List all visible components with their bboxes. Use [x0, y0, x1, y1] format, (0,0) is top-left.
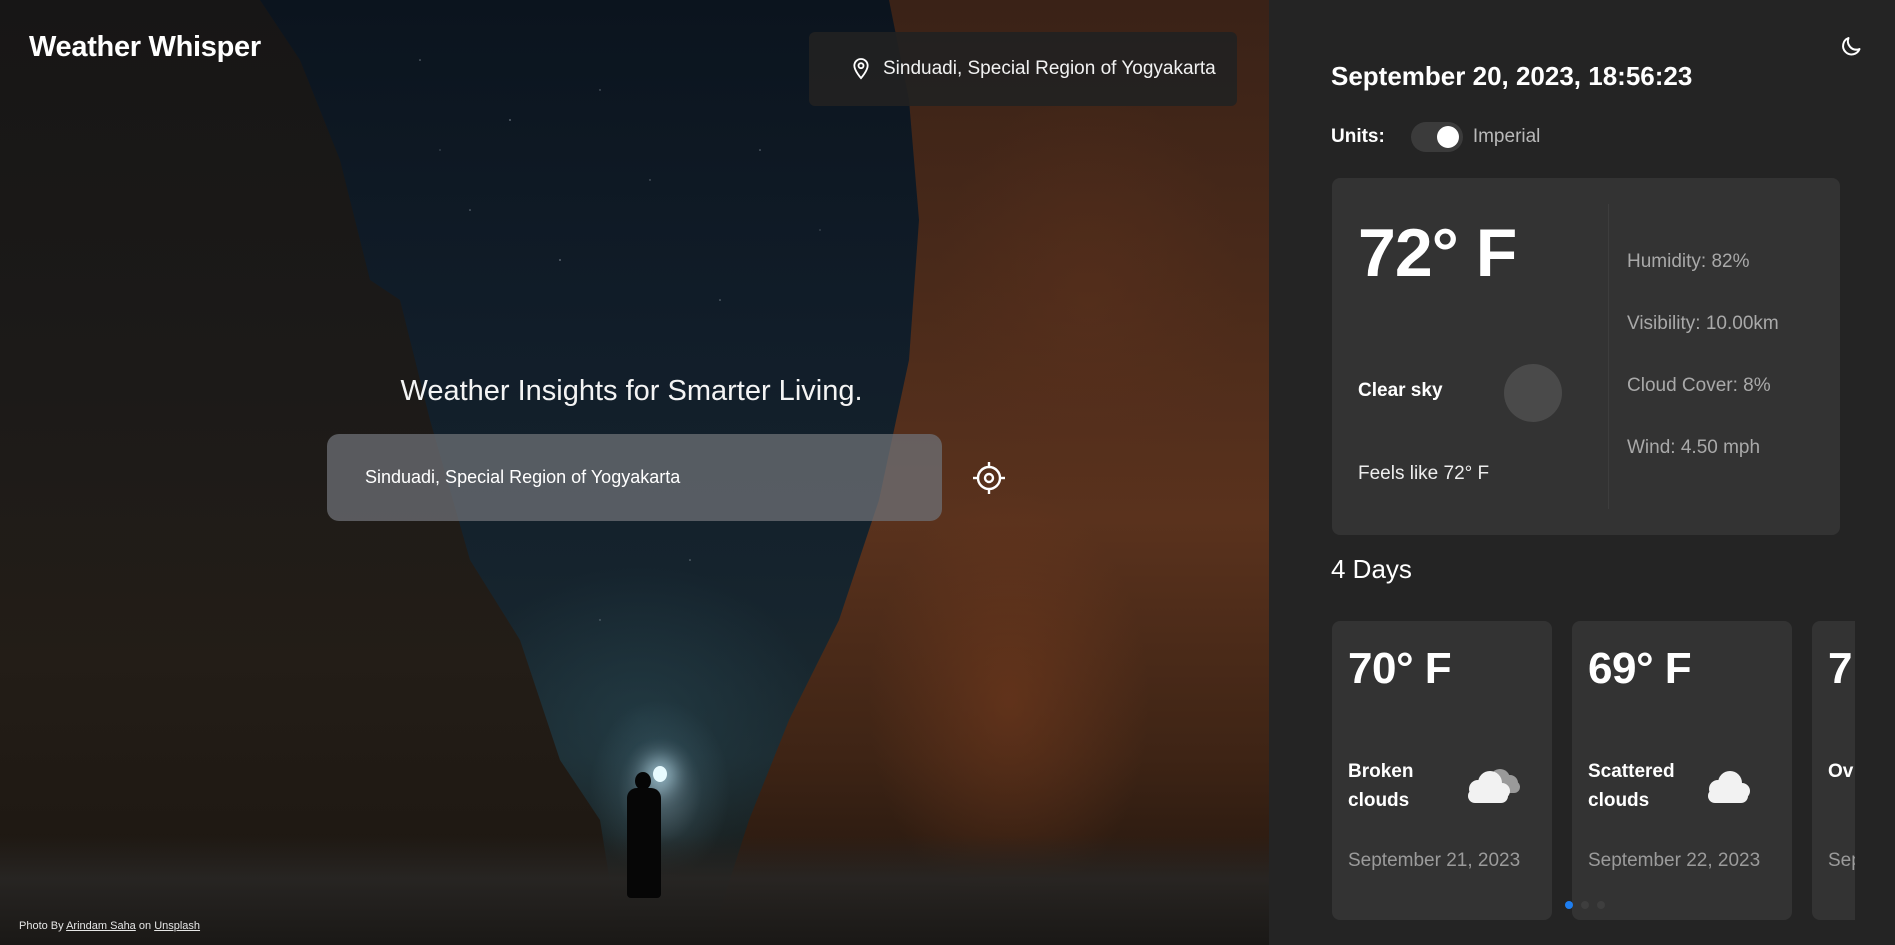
units-toggle[interactable]: [1410, 122, 1463, 152]
map-pin-icon: [853, 58, 869, 80]
card-divider: [1608, 204, 1609, 509]
person-silhouette: [625, 766, 667, 902]
forecast-card: 7 Ov clo Sep: [1812, 621, 1855, 920]
units-value: Imperial: [1472, 126, 1541, 147]
forecast-temperature: 7: [1828, 644, 1852, 693]
current-description: Clear sky: [1358, 380, 1443, 401]
forecast-card: 69° F Scattered clouds September 22, 202…: [1572, 621, 1792, 920]
current-temperature: 72° F: [1358, 215, 1517, 291]
current-weather-card: 72° F Clear sky Feels like 72° F Humidit…: [1332, 178, 1840, 535]
current-datetime: September 20, 2023, 18:56:23: [1331, 61, 1693, 91]
forecast-carousel[interactable]: 70° F Broken clouds September 21, 2023 6…: [1332, 621, 1855, 920]
units-row: Units: Imperial: [1331, 122, 1540, 152]
search-input[interactable]: [327, 434, 942, 521]
forecast-card: 70° F Broken clouds September 21, 2023: [1332, 621, 1552, 920]
carousel-pagination: [1565, 901, 1605, 909]
wind-stat: Wind: 4.50 mph: [1627, 437, 1761, 458]
pagination-dot[interactable]: [1597, 901, 1605, 909]
credit-author-link[interactable]: Arindam Saha: [66, 920, 136, 932]
cloud-cover-stat: Cloud Cover: 8%: [1627, 375, 1771, 396]
forecast-description: Scattered clouds: [1588, 761, 1675, 811]
credit-prefix: Photo By: [19, 920, 64, 932]
forecast-temperature: 70° F: [1348, 644, 1452, 693]
crosshair-icon: [973, 462, 1005, 494]
weather-stats: Humidity: 82% Visibility: 10.00km Cloud …: [1627, 251, 1779, 499]
pagination-dot[interactable]: [1581, 901, 1589, 909]
brand-logo: Weather Whisper: [29, 31, 261, 63]
forecast-date: Sep: [1828, 850, 1855, 871]
forecast-title: 4 Days: [1331, 554, 1412, 584]
forecast-date: September 22, 2023: [1588, 850, 1761, 871]
clear-sky-icon: [1504, 364, 1562, 422]
tagline: Weather Insights for Smarter Living.: [400, 375, 863, 407]
broken-clouds-icon: [1468, 769, 1520, 803]
units-label: Units:: [1331, 126, 1385, 147]
forecast-temperature: 69° F: [1588, 644, 1692, 693]
feels-like: Feels like 72° F: [1358, 463, 1490, 484]
locate-me-button[interactable]: [970, 459, 1008, 497]
credit-mid: on: [138, 920, 152, 932]
cloud-icon: [1708, 771, 1750, 803]
moon-icon: [1842, 37, 1861, 56]
forecast-date: September 21, 2023: [1348, 850, 1521, 871]
theme-toggle-button[interactable]: [1839, 33, 1865, 59]
visibility-stat: Visibility: 10.00km: [1627, 313, 1779, 334]
forecast-description: Ov clo: [1828, 761, 1855, 782]
pagination-dot[interactable]: [1565, 901, 1573, 909]
location-text: Sinduadi, Special Region of Yogyakarta: [883, 58, 1216, 79]
forecast-description: Broken clouds: [1348, 761, 1414, 811]
current-location-pill: Sinduadi, Special Region of Yogyakarta: [809, 32, 1237, 106]
credit-site-link[interactable]: Unsplash: [154, 920, 200, 932]
humidity-stat: Humidity: 82%: [1627, 251, 1750, 272]
photo-credit: Photo By Arindam Saha on Unsplash: [19, 920, 200, 932]
